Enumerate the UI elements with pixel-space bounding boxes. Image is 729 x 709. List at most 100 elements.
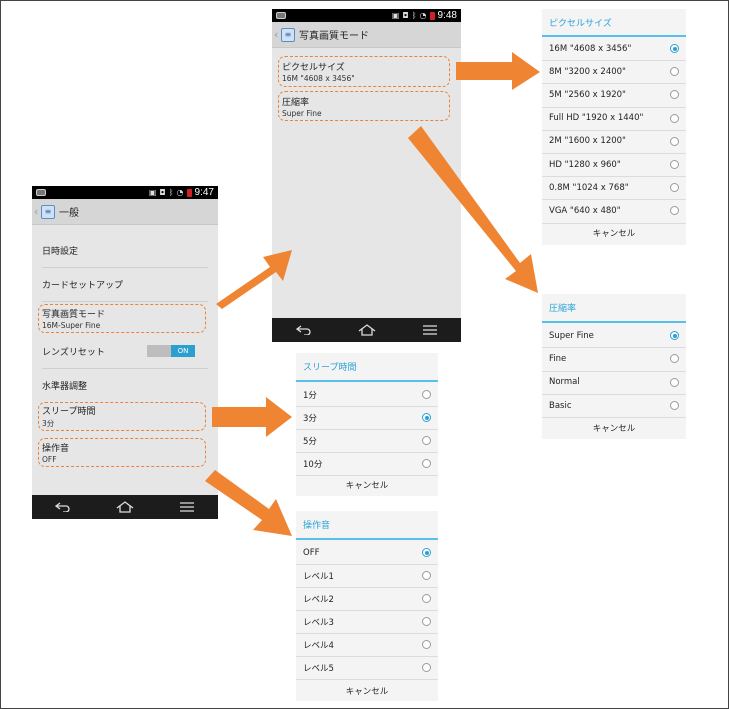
radio-icon[interactable] — [422, 663, 431, 672]
option-label: レベル5 — [303, 663, 334, 674]
operation-sound-option[interactable]: OFF — [296, 541, 438, 564]
radio-icon[interactable] — [422, 390, 431, 399]
setting-level-calibration[interactable]: 水準器調整 — [42, 374, 208, 396]
option-label: 5分 — [303, 436, 317, 447]
navigation-bar — [32, 495, 218, 519]
radio-icon[interactable] — [670, 354, 679, 364]
option-label: VGA "640 x 480" — [549, 205, 621, 216]
back-icon[interactable] — [295, 323, 313, 337]
battery-icon — [429, 11, 435, 20]
setting-label: 日時設定 — [42, 246, 79, 257]
back-chevron-icon[interactable]: ‹ — [34, 205, 40, 218]
bluetooth-icon: ᛒ — [411, 11, 417, 20]
cancel-button[interactable]: キャンセル — [296, 475, 438, 495]
pixel-size-option[interactable]: 0.8M "1024 x 768" — [542, 176, 686, 199]
operation-sound-option[interactable]: レベル3 — [296, 610, 438, 633]
setting-label: カードセットアップ — [42, 280, 124, 291]
operation-sound-option[interactable]: レベル2 — [296, 587, 438, 610]
setting-operation-sound[interactable]: 操作音 OFF — [42, 440, 208, 465]
radio-icon[interactable] — [670, 113, 679, 123]
sleep-time-option[interactable]: 5分 — [296, 429, 438, 452]
setting-label: 操作音 — [42, 444, 70, 454]
menu-icon[interactable] — [178, 500, 196, 514]
back-chevron-icon[interactable]: ‹ — [274, 28, 280, 41]
pixel-size-option[interactable]: 16M "4608 x 3456" — [542, 37, 686, 60]
pixel-size-option[interactable]: Full HD "1920 x 1440" — [542, 107, 686, 130]
dialog-title-divider — [296, 380, 438, 382]
pixel-size-option[interactable]: 8M "3200 x 2400" — [542, 60, 686, 83]
sleep-time-option[interactable]: 10分 — [296, 452, 438, 475]
radio-icon[interactable] — [670, 90, 679, 100]
notification-icon — [276, 12, 286, 19]
setting-pixel-size[interactable]: ピクセルサイズ 16M "4608 x 3456" — [282, 59, 451, 84]
status-bar: ▣ ◘ ᛒ ◔ 9:47 — [32, 186, 218, 199]
settings-app-icon: ≡ — [281, 27, 295, 42]
phone-general-screen: ▣ ◘ ᛒ ◔ 9:47 ‹ ≡ 一般 日時設定 カードセットアップ 写真画質モ… — [32, 186, 218, 519]
pixel-size-option[interactable]: 2M "1600 x 1200" — [542, 130, 686, 153]
radio-icon[interactable] — [422, 436, 431, 445]
radio-icon[interactable] — [422, 594, 431, 603]
lens-reset-toggle[interactable]: ON — [147, 345, 195, 357]
notification-icon — [36, 189, 46, 196]
setting-photo-quality[interactable]: 写真画質モード 16M-Super Fine — [42, 306, 208, 331]
option-label: 0.8M "1024 x 768" — [549, 182, 629, 193]
setting-value: OFF — [42, 455, 57, 464]
back-icon[interactable] — [54, 500, 72, 514]
sleep-time-option[interactable]: 3分 — [296, 406, 438, 429]
option-divider — [542, 222, 686, 224]
sd-card-icon: ▣ — [148, 188, 157, 197]
option-label: 1分 — [303, 390, 317, 401]
sleep-time-option[interactable]: 1分 — [296, 383, 438, 406]
wifi-icon: ◔ — [419, 11, 427, 20]
action-bar[interactable]: ‹ ≡ 一般 — [32, 199, 218, 225]
operation-sound-option[interactable]: レベル5 — [296, 656, 438, 679]
setting-datetime[interactable]: 日時設定 — [42, 239, 208, 261]
compression-option[interactable]: Super Fine — [542, 324, 686, 347]
radio-icon[interactable] — [670, 160, 679, 170]
radio-selected-icon[interactable] — [670, 331, 679, 341]
menu-icon[interactable] — [421, 323, 439, 337]
radio-selected-icon[interactable] — [422, 548, 431, 557]
option-label: 2M "1600 x 1200" — [549, 136, 626, 147]
operation-sound-dialog: 操作音 キャンセル OFF レベル1 レベル2 レベル3 レベル4 レベル5 — [296, 511, 438, 701]
cancel-button[interactable]: キャンセル — [542, 223, 686, 243]
compression-option[interactable]: Basic — [542, 394, 686, 417]
setting-value: 3分 — [42, 419, 55, 428]
radio-icon[interactable] — [422, 640, 431, 649]
radio-icon[interactable] — [670, 136, 679, 146]
operation-sound-option[interactable]: レベル1 — [296, 564, 438, 587]
car-icon: ◘ — [159, 188, 166, 197]
cancel-button[interactable]: キャンセル — [296, 681, 438, 701]
home-icon[interactable] — [358, 323, 376, 337]
pixel-size-option[interactable]: 5M "2560 x 1920" — [542, 83, 686, 106]
radio-selected-icon[interactable] — [670, 44, 679, 54]
radio-icon[interactable] — [422, 571, 431, 580]
compression-option[interactable]: Normal — [542, 371, 686, 394]
radio-icon[interactable] — [670, 206, 679, 216]
option-label: 3分 — [303, 413, 317, 424]
status-bar: ▣ ◘ ᛒ ◔ 9:48 — [272, 9, 461, 22]
setting-compression[interactable]: 圧縮率 Super Fine — [282, 94, 451, 119]
radio-icon[interactable] — [670, 183, 679, 193]
pixel-size-option[interactable]: VGA "640 x 480" — [542, 199, 686, 222]
setting-label: スリープ時間 — [42, 407, 96, 417]
action-bar[interactable]: ‹ ≡ 写真画質モード — [272, 22, 461, 48]
home-icon[interactable] — [116, 500, 134, 514]
radio-selected-icon[interactable] — [422, 413, 431, 422]
dialog-title-divider — [296, 538, 438, 540]
radio-icon[interactable] — [670, 401, 679, 411]
setting-sleep-time[interactable]: スリープ時間 3分 — [42, 404, 208, 429]
setting-card-setup[interactable]: カードセットアップ — [42, 273, 208, 295]
status-time: 9:47 — [194, 187, 214, 198]
option-label: 16M "4608 x 3456" — [549, 43, 632, 54]
radio-icon[interactable] — [670, 377, 679, 387]
option-label: レベル2 — [303, 594, 334, 605]
radio-icon[interactable] — [422, 459, 431, 468]
option-divider — [296, 679, 438, 680]
operation-sound-option[interactable]: レベル4 — [296, 633, 438, 656]
radio-icon[interactable] — [670, 67, 679, 77]
pixel-size-option[interactable]: HD "1280 x 960" — [542, 153, 686, 176]
cancel-button[interactable]: キャンセル — [542, 418, 686, 438]
compression-option[interactable]: Fine — [542, 347, 686, 370]
radio-icon[interactable] — [422, 617, 431, 626]
